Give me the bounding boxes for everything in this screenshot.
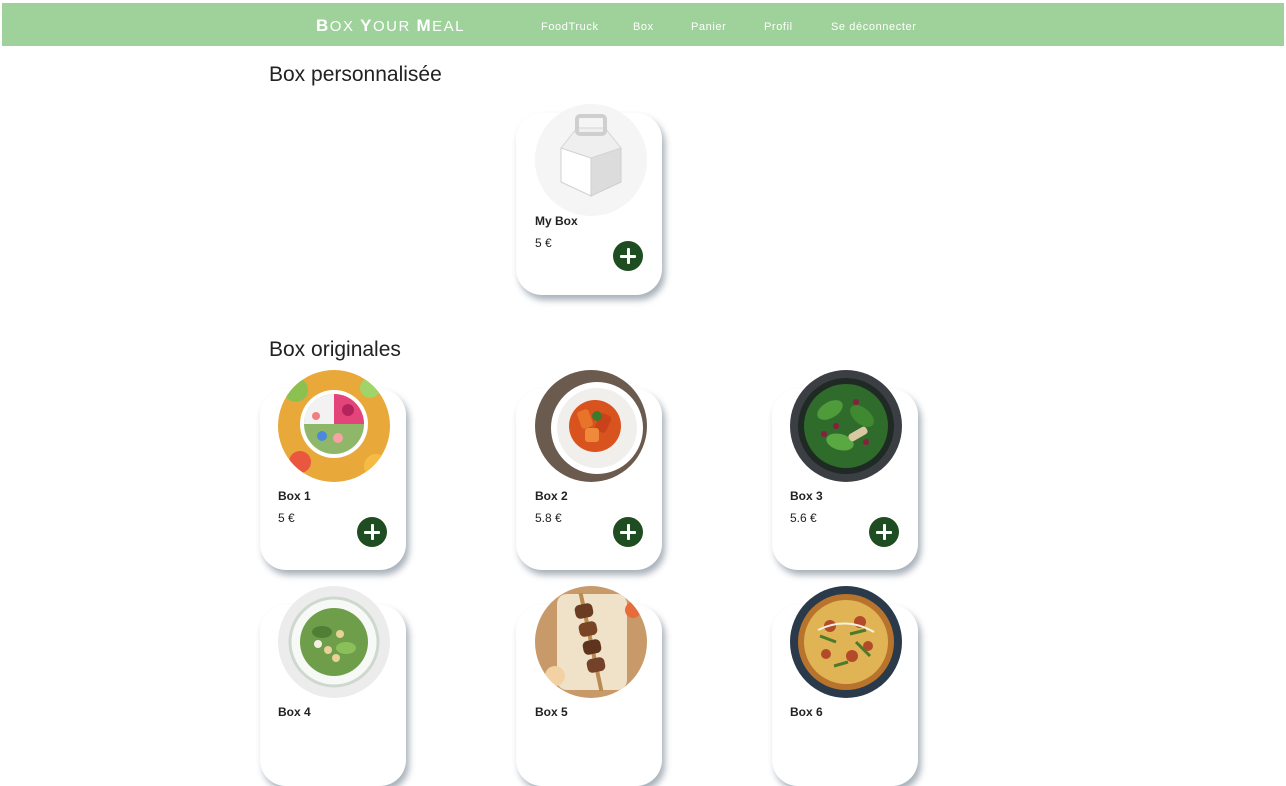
product-name: Box 4 xyxy=(278,705,311,719)
product-name: Box 2 xyxy=(535,489,568,503)
product-card-box-2: Box 2 5.8 € xyxy=(516,370,662,570)
nav-box[interactable]: Box xyxy=(633,21,654,33)
custom-box-section-title: Box personnalisée xyxy=(269,63,442,86)
product-name: My Box xyxy=(535,214,578,228)
product-card-box-4: Box 4 xyxy=(260,586,406,786)
product-name: Box 3 xyxy=(790,489,823,503)
brand-logo[interactable]: BOX YOUR MEAL xyxy=(316,16,465,36)
salad-bowl-icon xyxy=(790,370,902,482)
chickpea-salad-icon xyxy=(278,586,390,698)
product-card-box-1: Box 1 5 € xyxy=(260,370,406,570)
product-price: 5.6 € xyxy=(790,511,817,525)
nav-profil[interactable]: Profil xyxy=(764,21,793,33)
brand-text: OX xyxy=(329,18,361,35)
product-name: Box 5 xyxy=(535,705,568,719)
original-boxes-section-title: Box originales xyxy=(269,338,401,361)
nav-logout[interactable]: Se déconnecter xyxy=(831,21,916,33)
product-card-my-box: My Box 5 € xyxy=(516,104,662,295)
product-price: 5 € xyxy=(278,511,295,525)
product-name: Box 6 xyxy=(790,705,823,719)
nav-panier[interactable]: Panier xyxy=(691,21,726,33)
nav-foodtruck[interactable]: FoodTruck xyxy=(541,21,599,33)
brand-text: EAL xyxy=(432,18,465,35)
gift-box-icon xyxy=(535,104,647,216)
product-price: 5 € xyxy=(535,236,552,250)
top-navbar: BOX YOUR MEAL FoodTruck Box Panier Profi… xyxy=(2,3,1284,46)
brand-letter: B xyxy=(316,16,330,35)
smoothie-bowl-icon xyxy=(278,370,390,482)
brand-letter: Y xyxy=(360,16,373,35)
product-card-box-3: Box 3 5.6 € xyxy=(772,370,918,570)
brand-letter: M xyxy=(416,16,433,35)
add-to-cart-button[interactable] xyxy=(357,517,387,547)
product-card-box-5: Box 5 xyxy=(516,586,662,786)
add-to-cart-button[interactable] xyxy=(613,517,643,547)
brand-text: OUR xyxy=(372,18,417,35)
add-to-cart-button[interactable] xyxy=(613,241,643,271)
pizza-icon xyxy=(790,586,902,698)
product-name: Box 1 xyxy=(278,489,311,503)
product-price: 5.8 € xyxy=(535,511,562,525)
add-to-cart-button[interactable] xyxy=(869,517,899,547)
product-card-box-6: Box 6 xyxy=(772,586,918,786)
pasta-plate-icon xyxy=(535,370,647,482)
kebab-skewers-icon xyxy=(535,586,647,698)
